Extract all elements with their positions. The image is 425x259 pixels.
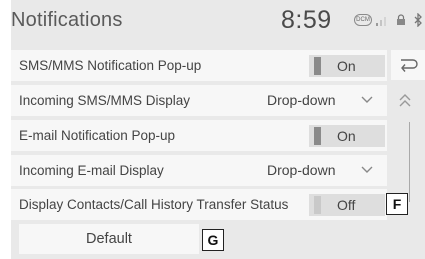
chevron-double-up-icon[interactable] [395,92,415,110]
toggle-value: On [337,128,356,144]
dropdown-value: Drop-down [267,162,336,178]
toggle-value: Off [337,197,356,213]
scrollbar[interactable] [409,122,410,202]
row-label: Incoming E-mail Display [19,163,164,178]
page-title: Notifications [11,9,123,31]
transfer-status-toggle[interactable]: Off [309,194,385,216]
row-label: Display Contacts/Call History Transfer S… [19,197,289,212]
back-button[interactable] [391,50,425,80]
sms-popup-toggle[interactable]: On [309,55,385,77]
row-email-notification-popup: E-mail Notification Pop-up On [11,120,387,153]
callout-g: G [202,229,224,251]
row-sms-notification-popup: SMS/MMS Notification Pop-up On [11,50,387,83]
row-label: SMS/MMS Notification Pop-up [19,58,202,73]
back-arrow-icon [401,59,418,72]
dcm-badge: DCM [354,14,372,26]
row-label: Incoming SMS/MMS Display [19,93,191,108]
email-popup-toggle[interactable]: On [309,125,385,147]
toggle-indicator [314,57,321,75]
toggle-value: On [337,58,356,74]
clock: 8:59 [281,6,332,34]
toggle-indicator [314,127,321,145]
callout-f: F [386,193,408,215]
signal-icon [376,17,386,26]
bluetooth-icon [414,13,422,27]
toggle-indicator [314,196,321,214]
row-incoming-email-display[interactable]: Incoming E-mail Display Drop-down [11,155,387,188]
lock-icon [397,14,405,25]
status-bar: DCM [354,11,425,29]
row-incoming-sms-display[interactable]: Incoming SMS/MMS Display Drop-down [11,85,387,118]
row-label: E-mail Notification Pop-up [19,128,176,143]
notifications-screen: Notifications 8:59 DCM SMS/MMS Notificat… [11,0,425,259]
row-transfer-status: Display Contacts/Call History Transfer S… [11,189,387,222]
dropdown-value: Drop-down [267,92,336,108]
default-button[interactable]: Default [19,224,199,254]
chevron-down-icon [361,166,373,173]
chevron-down-icon [361,96,373,103]
